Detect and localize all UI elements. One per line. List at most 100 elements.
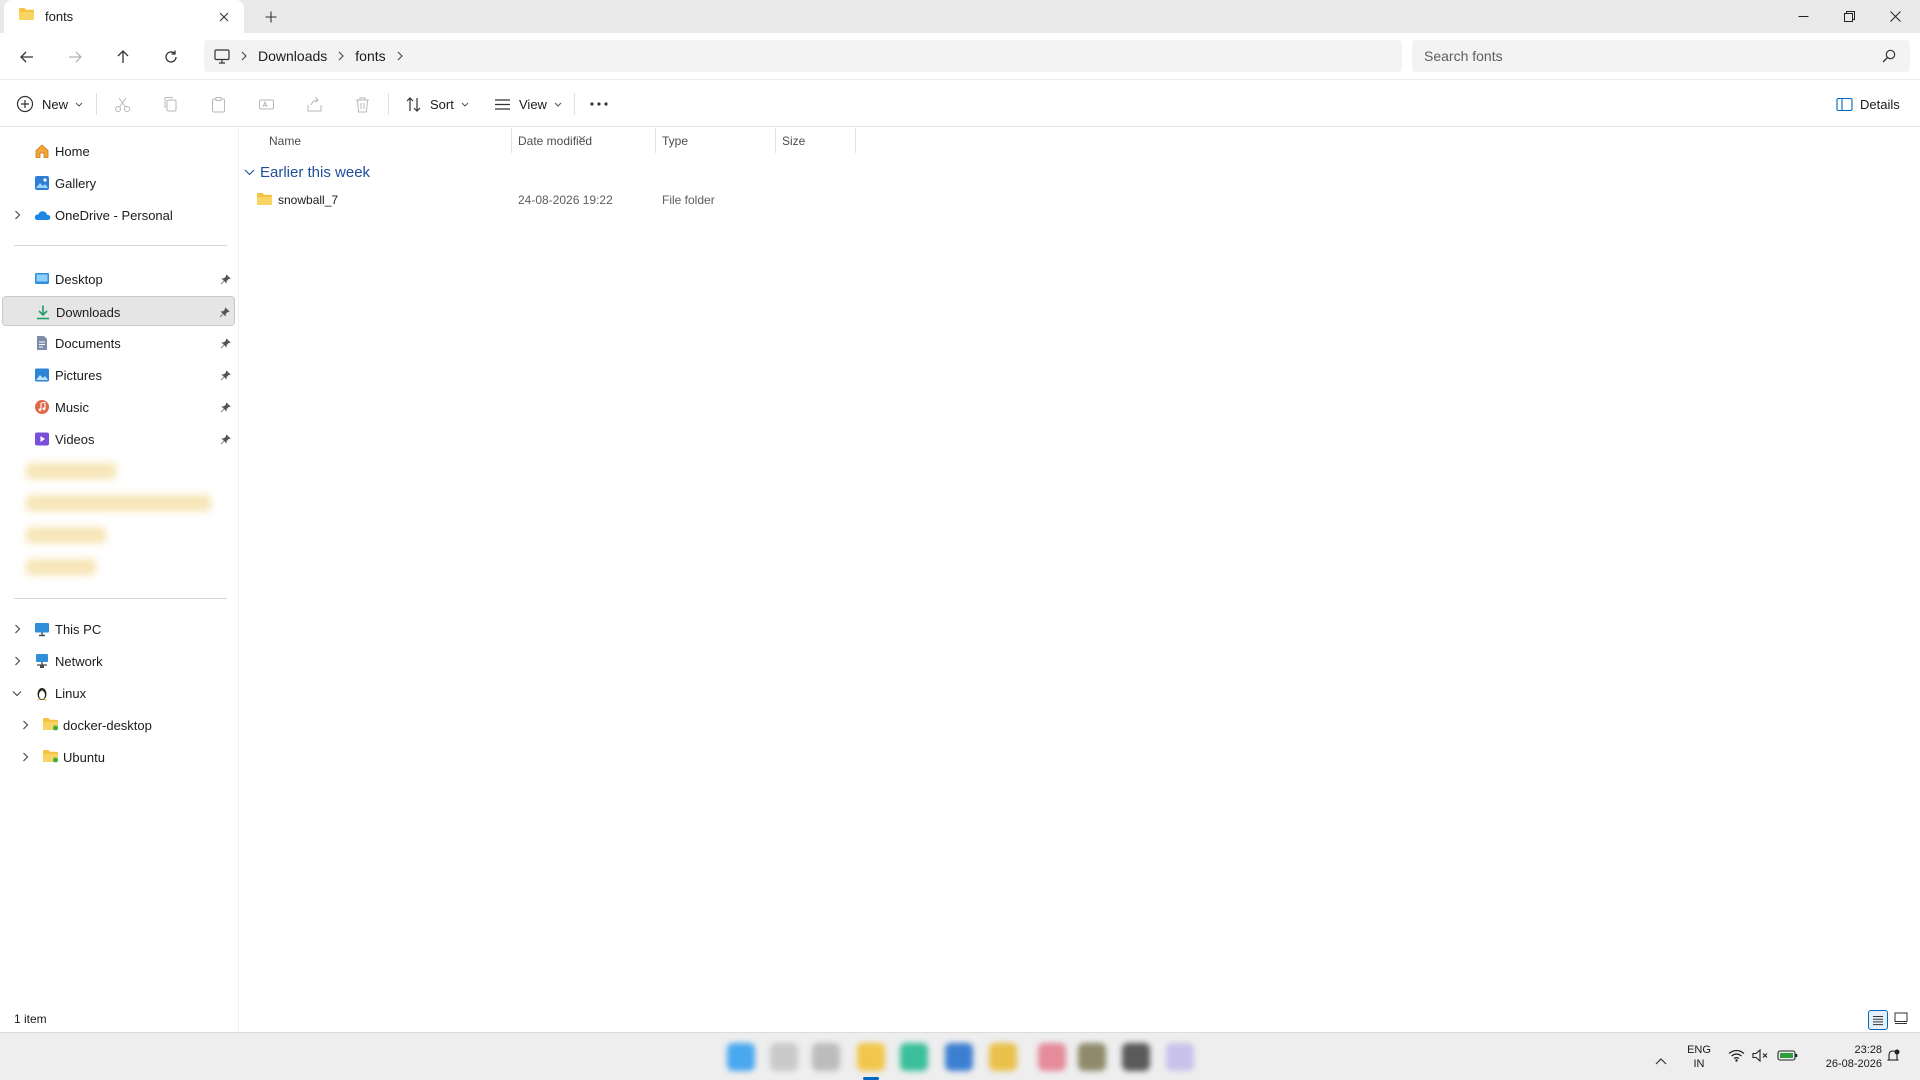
forward-button[interactable] [60, 42, 90, 72]
column-divider[interactable] [655, 128, 656, 153]
nav-item-linux[interactable]: Linux [2, 678, 235, 708]
nav-item-label: Ubuntu [63, 750, 105, 765]
refresh-button[interactable] [156, 42, 186, 72]
table-row[interactable]: snowball_7 24-08-2026 19:22 File folder [256, 189, 856, 211]
breadcrumb-fonts[interactable]: fonts [355, 48, 385, 64]
rename-button[interactable] [258, 88, 275, 120]
nav-item-videos[interactable]: Videos [2, 424, 235, 454]
paste-button[interactable] [210, 88, 227, 120]
chevron-right-icon[interactable] [10, 208, 24, 222]
delete-button[interactable] [354, 88, 371, 120]
app-icon[interactable] [1166, 1043, 1194, 1071]
nav-item-this-pc[interactable]: This PC [2, 614, 235, 644]
pin-icon[interactable] [219, 306, 230, 321]
chevron-right-icon[interactable] [10, 654, 24, 668]
share-button[interactable] [306, 88, 323, 120]
edge-icon[interactable] [900, 1043, 928, 1071]
search-icon[interactable] [1882, 49, 1896, 63]
up-button[interactable] [108, 42, 138, 72]
chevron-up-icon[interactable] [1655, 1052, 1667, 1070]
network-icon [34, 653, 50, 669]
blurred-folder-item [26, 463, 116, 479]
folder-icon [42, 717, 58, 733]
minimize-button[interactable] [1780, 0, 1826, 33]
chevron-down-icon[interactable] [244, 169, 255, 176]
navigation-pane: Home Gallery OneDrive - Personal Desktop… [0, 128, 238, 1031]
chevron-right-icon[interactable] [18, 750, 32, 764]
nav-item-gallery[interactable]: Gallery [2, 168, 235, 198]
chevron-right-icon[interactable] [10, 622, 24, 636]
details-view-icon[interactable] [1868, 1010, 1888, 1030]
pc-monitor-icon[interactable] [214, 48, 230, 64]
app-icon[interactable] [1122, 1043, 1150, 1071]
language-indicator[interactable]: ENG IN [1681, 1043, 1717, 1071]
tiles-view-icon[interactable] [1894, 1012, 1908, 1028]
title-bar: fonts [0, 0, 1920, 33]
chevron-right-icon[interactable] [18, 718, 32, 732]
item-count: 1 item [14, 1012, 47, 1026]
restore-button[interactable] [1826, 0, 1872, 33]
more-options-button[interactable] [590, 88, 608, 120]
details-pane-button[interactable]: Details [1836, 88, 1900, 120]
wifi-icon[interactable] [1728, 1049, 1745, 1067]
search-box[interactable] [1412, 40, 1910, 72]
chevron-right-icon[interactable] [337, 51, 345, 61]
nav-item-documents[interactable]: Documents [2, 328, 235, 358]
chevron-right-icon[interactable] [396, 51, 404, 61]
sort-label: Sort [430, 96, 454, 112]
nav-item-network[interactable]: Network [2, 646, 235, 676]
pin-icon[interactable] [220, 369, 231, 384]
search-icon[interactable] [770, 1043, 798, 1071]
pin-icon[interactable] [220, 401, 231, 416]
start-icon[interactable] [727, 1043, 755, 1071]
nav-item-home[interactable]: Home [2, 136, 235, 166]
cut-button[interactable] [114, 88, 131, 120]
new-button[interactable]: New [16, 88, 83, 120]
column-divider[interactable] [775, 128, 776, 153]
task-view-icon[interactable] [812, 1043, 840, 1071]
notification-icon[interactable] [1886, 1049, 1900, 1068]
copy-button[interactable] [162, 88, 179, 120]
nav-item-music[interactable]: Music [2, 392, 235, 422]
taskbar: ENG IN 23:28 26-08-2026 [0, 1032, 1920, 1080]
close-window-button[interactable] [1872, 0, 1918, 33]
chevron-down-icon[interactable] [10, 686, 24, 700]
breadcrumb[interactable]: Downloads fonts [204, 40, 1402, 72]
nav-item-onedrive[interactable]: OneDrive - Personal [2, 200, 235, 230]
store-icon[interactable] [945, 1043, 973, 1071]
nav-item-desktop[interactable]: Desktop [2, 264, 235, 294]
view-button[interactable]: View [494, 88, 562, 120]
column-header-size[interactable]: Size [782, 131, 805, 151]
breadcrumb-downloads[interactable]: Downloads [258, 48, 327, 64]
column-divider[interactable] [855, 128, 856, 153]
close-tab-icon[interactable] [214, 7, 234, 27]
documents-icon [34, 335, 50, 351]
volume-muted-icon[interactable] [1752, 1048, 1769, 1067]
file-explorer-icon[interactable] [857, 1043, 885, 1071]
chrome-icon[interactable] [989, 1043, 1017, 1071]
nav-item-pictures[interactable]: Pictures [2, 360, 235, 390]
group-header[interactable]: Earlier this week [244, 161, 370, 183]
pin-icon[interactable] [220, 273, 231, 288]
search-input[interactable] [1424, 48, 1864, 64]
column-header-date[interactable]: Date modified [518, 131, 592, 151]
tab-fonts[interactable]: fonts [4, 0, 244, 33]
back-button[interactable] [12, 42, 42, 72]
sort-button[interactable]: Sort [405, 88, 469, 120]
column-divider[interactable] [511, 128, 512, 153]
new-tab-button[interactable] [260, 6, 282, 28]
nav-item-docker-desktop[interactable]: docker-desktop [10, 710, 235, 740]
nav-item-downloads[interactable]: Downloads [2, 296, 235, 326]
divider [96, 93, 97, 115]
chevron-right-icon[interactable] [240, 51, 248, 61]
pin-icon[interactable] [220, 433, 231, 448]
nav-item-ubuntu[interactable]: Ubuntu [10, 742, 235, 772]
battery-icon[interactable] [1777, 1049, 1798, 1067]
app-icon[interactable] [1078, 1043, 1106, 1071]
pin-icon[interactable] [220, 337, 231, 352]
pane-splitter[interactable] [238, 128, 239, 1031]
app-icon[interactable] [1038, 1043, 1066, 1071]
clock[interactable]: 23:28 26-08-2026 [1810, 1043, 1882, 1071]
column-header-type[interactable]: Type [662, 131, 688, 151]
column-header-name[interactable]: Name [269, 131, 301, 151]
